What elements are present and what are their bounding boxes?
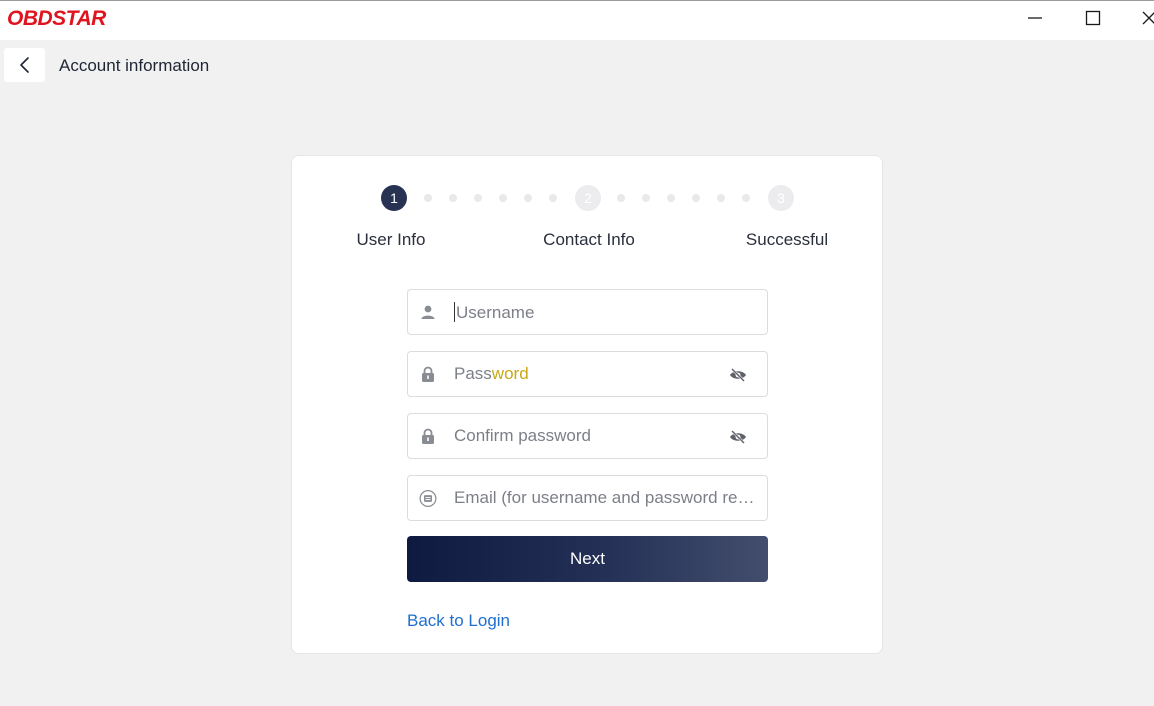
email-icon [419, 489, 437, 507]
step-dot [424, 194, 432, 202]
password-input[interactable]: Password [454, 364, 723, 384]
registration-card: 1 2 3 User Info Contact Info Successful … [291, 155, 883, 654]
chevron-left-icon [19, 57, 29, 73]
minimize-button[interactable] [1012, 1, 1058, 35]
step-dot [742, 194, 750, 202]
password-placeholder: Pass [454, 364, 492, 383]
step-2-circle: 2 [575, 185, 601, 211]
back-button[interactable] [4, 48, 45, 82]
logo-text: OBDSTAR [7, 7, 106, 30]
step-1-label: User Info [356, 230, 426, 249]
step-3-circle: 3 [768, 185, 794, 211]
step-dot [524, 194, 532, 202]
step-dot [474, 194, 482, 202]
maximize-icon [1085, 10, 1101, 26]
step-dot [499, 194, 507, 202]
email-field[interactable]: Email (for username and password recover… [407, 475, 768, 521]
password-placeholder-highlight: word [491, 364, 529, 383]
username-placeholder: Username [456, 303, 535, 322]
step-dot [549, 194, 557, 202]
step-dot [667, 194, 675, 202]
page-title: Account information [59, 56, 210, 75]
username-input[interactable]: Username [454, 302, 723, 323]
eye-off-icon[interactable] [728, 427, 748, 447]
step-dot [692, 194, 700, 202]
minimize-icon [1028, 17, 1042, 19]
page-header: Account information [0, 40, 1154, 90]
close-icon [1142, 11, 1154, 25]
step-dot [642, 194, 650, 202]
step-dot [717, 194, 725, 202]
lock-icon [419, 365, 437, 383]
step-dot [449, 194, 457, 202]
step-dot [617, 194, 625, 202]
title-bar: OBDSTAR [0, 0, 1154, 40]
username-field[interactable]: Username [407, 289, 768, 335]
step-3-label: Successful [745, 230, 829, 249]
email-input[interactable]: Email (for username and password recover… [454, 488, 757, 508]
text-cursor [454, 302, 455, 322]
step-1-circle: 1 [381, 185, 407, 211]
user-icon [419, 303, 437, 321]
confirm-password-input[interactable]: Confirm password [454, 426, 723, 446]
password-field[interactable]: Password [407, 351, 768, 397]
confirm-password-field[interactable]: Confirm password [407, 413, 768, 459]
close-button[interactable] [1126, 1, 1154, 35]
maximize-button[interactable] [1070, 1, 1116, 35]
lock-icon [419, 427, 437, 445]
back-to-login-link[interactable]: Back to Login [407, 611, 510, 631]
eye-off-icon[interactable] [728, 365, 748, 385]
next-button[interactable]: Next [407, 536, 768, 582]
obdstar-logo: OBDSTAR [7, 7, 106, 31]
step-2-label: Contact Info [543, 230, 635, 249]
